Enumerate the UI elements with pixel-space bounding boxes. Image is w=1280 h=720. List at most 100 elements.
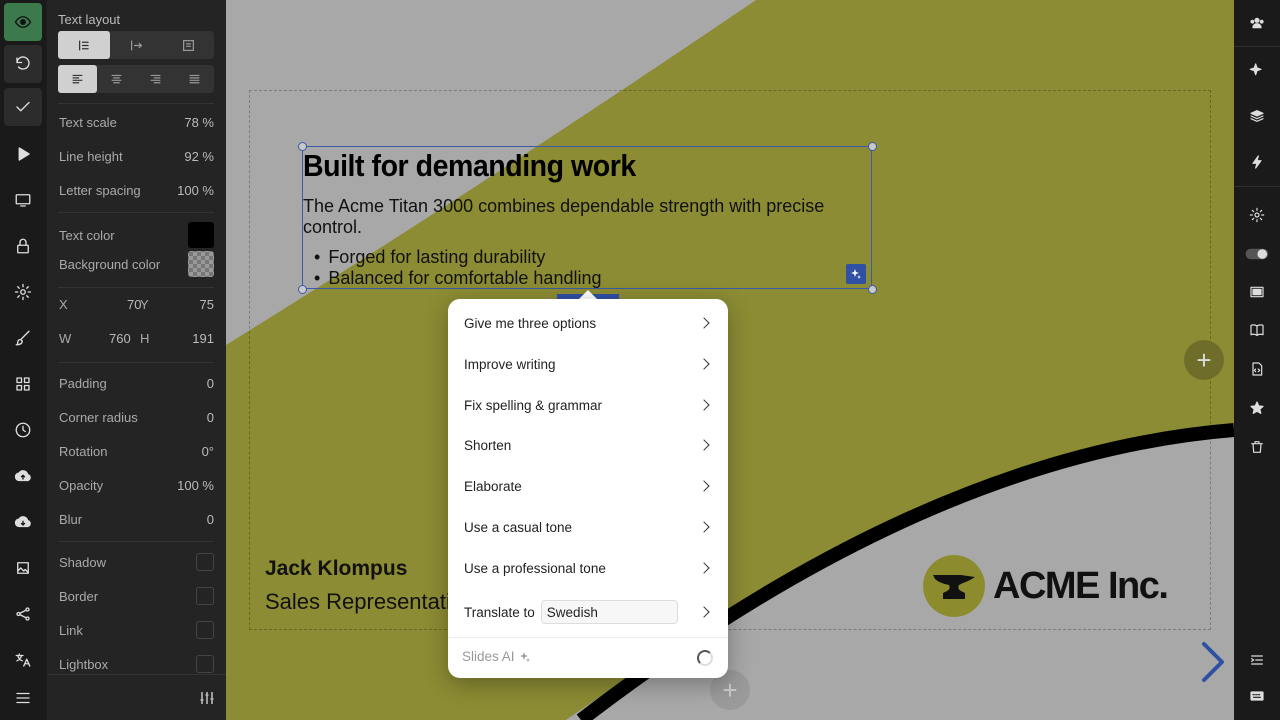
corner-radius-row[interactable]: Corner radius 0 <box>59 407 214 427</box>
y-value[interactable]: 75 <box>200 297 214 312</box>
person-name[interactable]: Jack Klompus <box>265 557 407 581</box>
brush-button[interactable] <box>4 319 42 357</box>
opacity-value[interactable]: 100 % <box>177 478 214 493</box>
text-scale-row[interactable]: Text scale 78 % <box>59 112 214 132</box>
toggle-switch[interactable] <box>1243 242 1271 266</box>
media-button[interactable] <box>4 549 42 587</box>
code-button[interactable] <box>1245 357 1269 381</box>
padding-row[interactable]: Padding 0 <box>59 373 214 393</box>
settings-button[interactable] <box>4 273 42 311</box>
letter-spacing-value[interactable]: 100 % <box>177 183 214 198</box>
next-slide-arrow-icon[interactable] <box>1198 640 1228 684</box>
h-value[interactable]: 191 <box>192 331 214 346</box>
opacity-row[interactable]: Opacity 100 % <box>59 475 214 495</box>
link-row[interactable]: Link <box>59 620 214 640</box>
slide-settings-button[interactable] <box>1245 203 1269 227</box>
sliders-icon[interactable] <box>199 690 215 706</box>
grid-button[interactable] <box>4 365 42 403</box>
shadow-row[interactable]: Shadow <box>59 552 214 572</box>
align-left-bar-icon <box>78 40 89 50</box>
gear-icon <box>1249 207 1265 223</box>
text-scale-value[interactable]: 78 % <box>184 115 214 130</box>
collaborators-button[interactable] <box>1245 11 1269 35</box>
delete-button[interactable] <box>1245 435 1269 459</box>
line-height-row[interactable]: Line height 92 % <box>59 146 214 166</box>
resize-handle-tr[interactable] <box>868 142 877 151</box>
notes-button[interactable] <box>1245 318 1269 342</box>
ai-assist-button[interactable] <box>846 264 866 284</box>
add-slide-right-button[interactable]: + <box>1184 340 1224 380</box>
layers-button[interactable] <box>1245 104 1269 128</box>
frame-button[interactable] <box>1245 280 1269 304</box>
menu-item-casual-tone[interactable]: Use a casual tone <box>464 516 712 538</box>
menu-item-elaborate[interactable]: Elaborate <box>464 475 712 497</box>
lightbox-checkbox[interactable] <box>196 655 214 673</box>
share-button[interactable] <box>4 595 42 633</box>
border-row[interactable]: Border <box>59 586 214 606</box>
align-right-icon <box>150 74 161 83</box>
outline-button[interactable] <box>1245 648 1269 672</box>
resize-handle-bl[interactable] <box>298 285 307 294</box>
link-checkbox[interactable] <box>196 621 214 639</box>
selection-box <box>302 146 872 289</box>
text-color-swatch[interactable] <box>188 222 214 248</box>
preview-toggle-button[interactable] <box>4 3 42 41</box>
align-left-button[interactable] <box>58 65 97 93</box>
blur-value[interactable]: 0 <box>207 512 214 527</box>
line-height-value[interactable]: 92 % <box>184 149 214 164</box>
menu-item-shorten[interactable]: Shorten <box>464 434 712 456</box>
align-justify-icon <box>189 74 200 83</box>
align-center-button[interactable] <box>97 65 136 93</box>
keyboard-button[interactable] <box>1245 684 1269 708</box>
confirm-button[interactable] <box>4 88 42 126</box>
menu-item-translate[interactable]: Translate to <box>464 599 712 625</box>
sparkle-icon <box>851 269 861 279</box>
present-button[interactable] <box>4 181 42 219</box>
corner-radius-value[interactable]: 0 <box>207 410 214 425</box>
company-logo[interactable]: ACME Inc. <box>923 555 1169 617</box>
menu-item-improve-writing[interactable]: Improve writing <box>464 353 712 375</box>
upload-button[interactable] <box>4 457 42 495</box>
text-color-row[interactable]: Text color <box>59 222 214 248</box>
align-right-button[interactable] <box>136 65 175 93</box>
keyboard-icon <box>1250 691 1264 701</box>
layout-indent-button[interactable] <box>110 31 162 59</box>
favorite-button[interactable] <box>1245 396 1269 420</box>
align-justify-button[interactable] <box>175 65 214 93</box>
download-button[interactable] <box>4 503 42 541</box>
rotation-row[interactable]: Rotation 0° <box>59 441 214 461</box>
person-role[interactable]: Sales Representative <box>265 589 474 615</box>
border-checkbox[interactable] <box>196 587 214 605</box>
shadow-checkbox[interactable] <box>196 553 214 571</box>
blur-row[interactable]: Blur 0 <box>59 509 214 529</box>
panel-title: Text layout <box>58 12 121 27</box>
background-color-swatch[interactable] <box>188 251 214 277</box>
letter-spacing-row[interactable]: Letter spacing 100 % <box>59 180 214 200</box>
background-color-row[interactable]: Background color <box>59 251 214 277</box>
undo-icon <box>16 56 30 70</box>
translate-button[interactable] <box>4 641 42 679</box>
play-button[interactable] <box>4 135 42 173</box>
history-button[interactable] <box>4 411 42 449</box>
undo-button[interactable] <box>4 45 42 83</box>
menu-button[interactable] <box>4 679 42 717</box>
resize-handle-tl[interactable] <box>298 142 307 151</box>
animations-button[interactable] <box>1245 150 1269 174</box>
layout-top-button[interactable] <box>58 31 110 59</box>
divider <box>58 287 214 288</box>
w-value[interactable]: 760 <box>109 331 131 346</box>
ai-menu-footer: Slides AI <box>448 637 728 678</box>
translate-language-input[interactable] <box>540 600 678 624</box>
ai-button[interactable] <box>1245 58 1269 82</box>
layout-box-button[interactable] <box>162 31 214 59</box>
rotation-value[interactable]: 0° <box>202 444 214 459</box>
plus-icon: + <box>1196 344 1212 375</box>
slide-canvas[interactable]: Built for demanding work The Acme Titan … <box>226 0 1234 720</box>
resize-handle-br[interactable] <box>868 285 877 294</box>
menu-item-professional-tone[interactable]: Use a professional tone <box>464 557 712 579</box>
lightbox-row[interactable]: Lightbox <box>59 654 214 674</box>
menu-item-three-options[interactable]: Give me three options <box>464 312 712 334</box>
menu-item-fix-spelling[interactable]: Fix spelling & grammar <box>464 394 712 416</box>
lock-button[interactable] <box>4 227 42 265</box>
padding-value[interactable]: 0 <box>207 376 214 391</box>
